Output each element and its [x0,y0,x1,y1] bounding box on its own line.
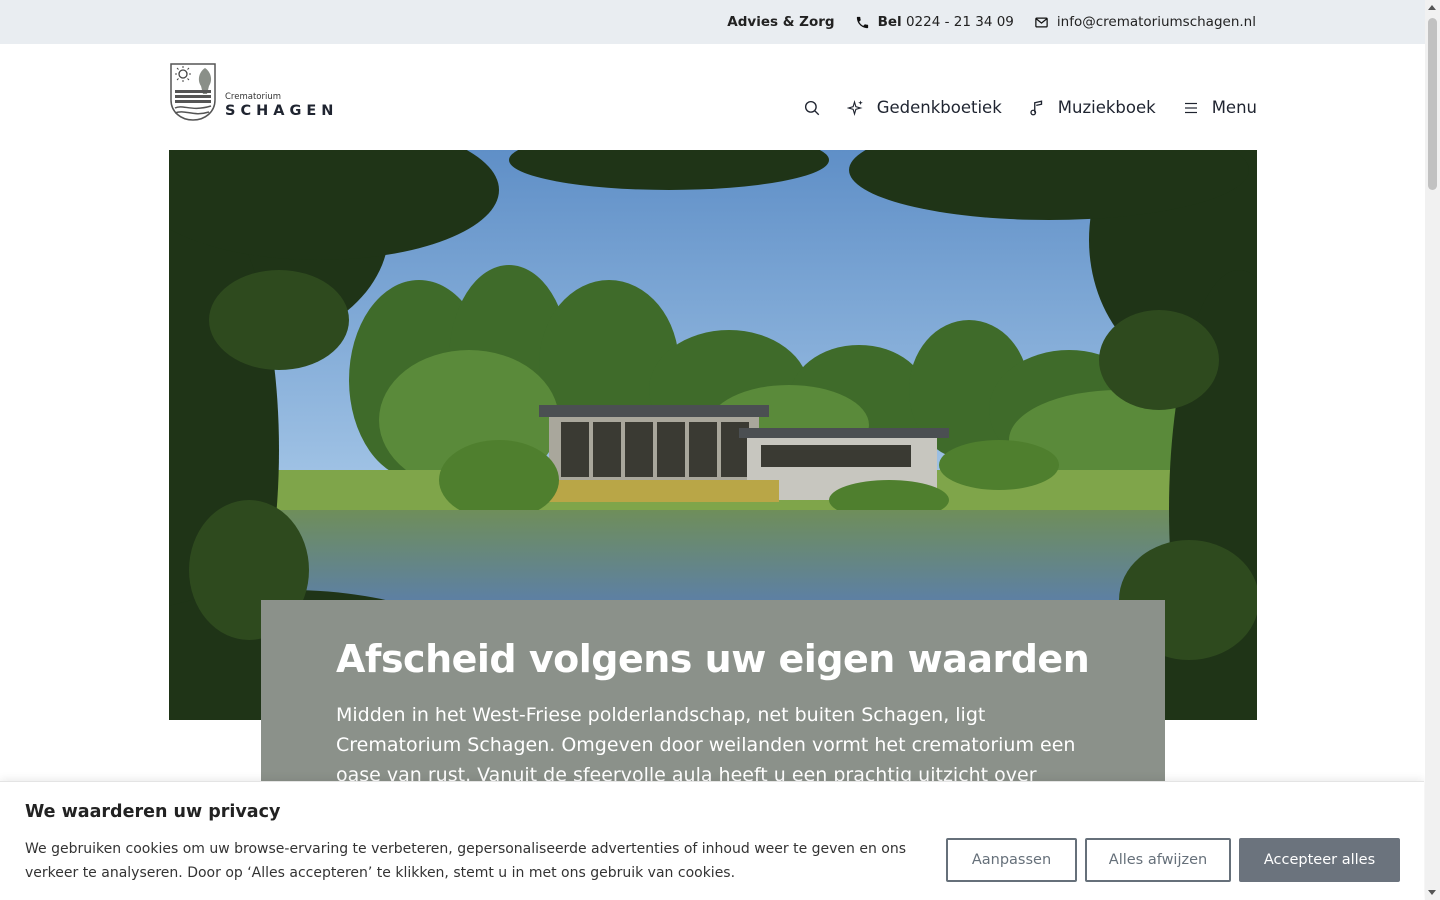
phone-prefix: Bel [877,14,902,30]
scroll-up-icon[interactable] [1428,5,1436,10]
top-bar: Advies & Zorg Bel 0224 - 21 34 09 info@c… [0,0,1426,44]
nav-item-gedenkboetiek[interactable]: Gedenkboetiek [846,98,1002,117]
hamburger-icon [1184,102,1197,113]
accept-all-button[interactable]: Accepteer alles [1239,838,1400,882]
phone-icon [856,16,868,28]
customize-button[interactable]: Aanpassen [946,838,1077,882]
site-header: Crematorium SCHAGEN Gedenkboetiek Muziek… [169,44,1257,150]
mail-icon [1035,17,1048,27]
logo-title: SCHAGEN [225,103,339,119]
cookie-banner: We waarderen uw privacy We gebruiken coo… [0,781,1424,900]
cookie-title: We waarderen uw privacy [25,802,281,822]
nav-label: Muziekboek [1057,98,1156,117]
crest-icon [170,63,216,121]
nav-label: Menu [1211,98,1257,117]
advice-link[interactable]: Advies & Zorg [727,14,834,30]
music-note-icon [1030,99,1042,115]
logo-subtitle: Crematorium [225,92,282,102]
nav-item-muziekboek[interactable]: Muziekboek [1028,98,1156,117]
scroll-down-icon[interactable] [1428,890,1436,895]
cookie-description: We gebruiken cookies om uw browse-ervari… [25,841,907,881]
logo[interactable]: Crematorium SCHAGEN [169,62,345,122]
hero-title: Afscheid volgens uw eigen waarden [336,637,1090,681]
nav-label: Gedenkboetiek [876,98,1002,117]
phone-number: 0224 - 21 34 09 [905,14,1014,30]
nav-item-menu[interactable]: Menu [1182,98,1257,117]
main-nav: Gedenkboetiek Muziekboek Menu [803,98,1257,117]
scrollbar-thumb[interactable] [1428,18,1437,190]
reject-all-button[interactable]: Alles afwijzen [1085,838,1231,882]
search-icon [804,100,819,115]
page-scrollbar[interactable] [1425,0,1440,900]
email-address: info@crematoriumschagen.nl [1056,14,1256,30]
search-button[interactable] [803,99,821,117]
email-link[interactable]: info@crematoriumschagen.nl [1034,14,1256,30]
sparkle-icon [846,99,863,116]
phone-link[interactable]: Bel 0224 - 21 34 09 [855,14,1014,30]
